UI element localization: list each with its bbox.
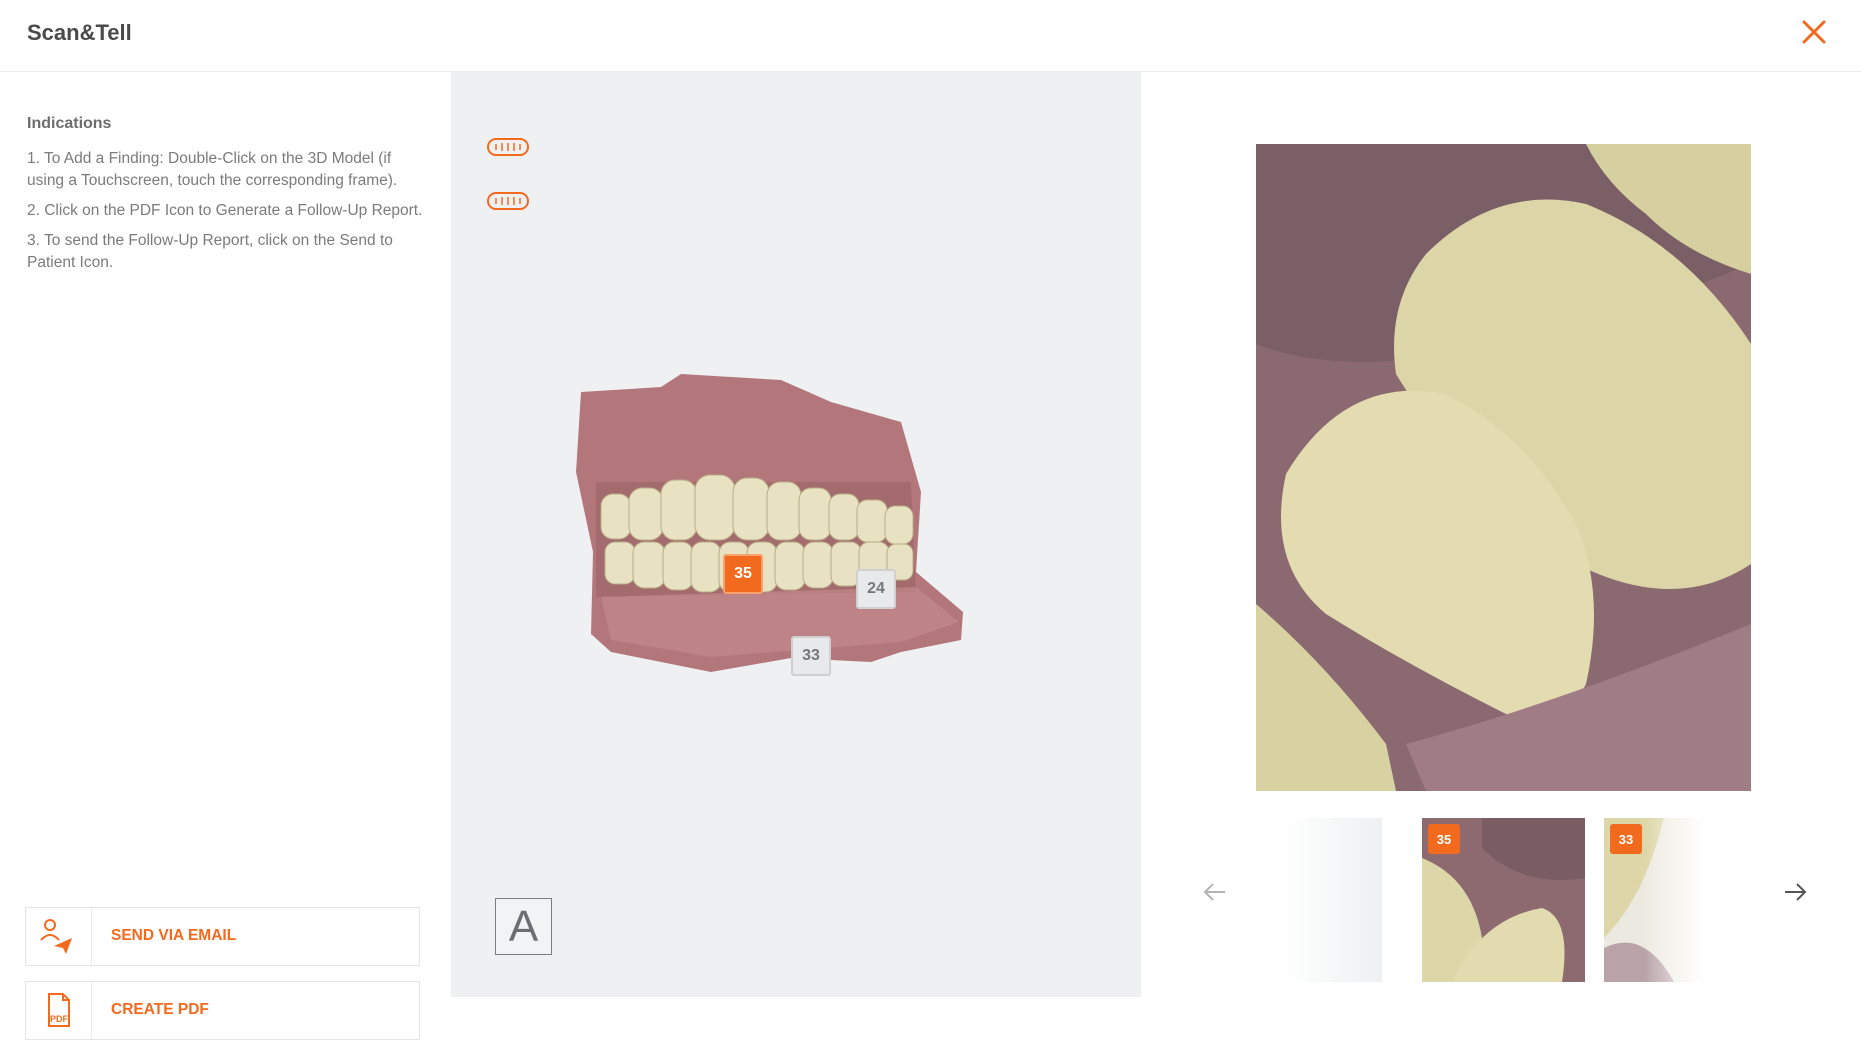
create-pdf-button[interactable]: PDF CREATE PDF [25, 981, 420, 1040]
lower-jaw-toggle[interactable] [486, 188, 530, 214]
close-icon [1802, 20, 1826, 44]
finding-marker-24[interactable]: 24 [856, 569, 896, 609]
previous-photo-button[interactable] [1195, 872, 1235, 912]
photo-thumbnail-33[interactable]: 33 [1604, 818, 1704, 982]
app-title: Scan&Tell [27, 20, 132, 45]
lower-jaw-icon [487, 192, 529, 210]
upper-jaw-toggle[interactable] [486, 134, 530, 160]
thumbnail-fade [1644, 818, 1704, 982]
finding-marker-33[interactable]: 33 [791, 636, 831, 676]
finding-marker-35[interactable]: 35 [723, 554, 763, 594]
header-bar: Scan&Tell [0, 0, 1861, 72]
upper-jaw-icon [487, 138, 529, 156]
indication-item: 3. To send the Follow-Up Report, click o… [27, 232, 393, 271]
indication-item: 2. Click on the PDF Icon to Generate a F… [27, 202, 423, 219]
pdf-icon: PDF [48, 993, 70, 1027]
finding-detail-panel: 35 33 [1141, 72, 1861, 997]
send-icon-cell [26, 908, 92, 965]
indications-title: Indications [27, 115, 112, 132]
indications-panel: Indications 1. To Add a Finding: Double-… [0, 72, 451, 1040]
indication-item: 1. To Add a Finding: Double-Click on the… [27, 150, 398, 189]
indications-list: 1. To Add a Finding: Double-Click on the… [27, 148, 427, 282]
model-viewer[interactable]: 35 24 33 A [451, 72, 1141, 997]
teeth-closeup-image [1256, 144, 1751, 791]
thumbnail-badge: 33 [1610, 824, 1642, 854]
thumbnail-badge: 35 [1428, 824, 1460, 854]
close-button[interactable] [1798, 16, 1830, 48]
photo-thumbnail[interactable] [1282, 818, 1382, 982]
intraoral-photo [1256, 144, 1751, 791]
create-pdf-label: CREATE PDF [111, 1001, 209, 1018]
pdf-icon-text: PDF [50, 1014, 69, 1024]
next-photo-button[interactable] [1775, 872, 1815, 912]
annotation-button[interactable]: A [495, 898, 552, 955]
send-via-email-label: SEND VIA EMAIL [111, 927, 237, 944]
pdf-icon-cell: PDF [26, 982, 92, 1039]
send-to-patient-icon [40, 919, 72, 954]
arrow-left-icon [1203, 883, 1225, 901]
arrow-right-icon [1785, 883, 1807, 901]
photo-thumbnail-35[interactable]: 35 [1422, 818, 1585, 982]
dental-3d-model[interactable]: 35 24 33 [571, 372, 1021, 712]
send-via-email-button[interactable]: SEND VIA EMAIL [25, 907, 420, 966]
